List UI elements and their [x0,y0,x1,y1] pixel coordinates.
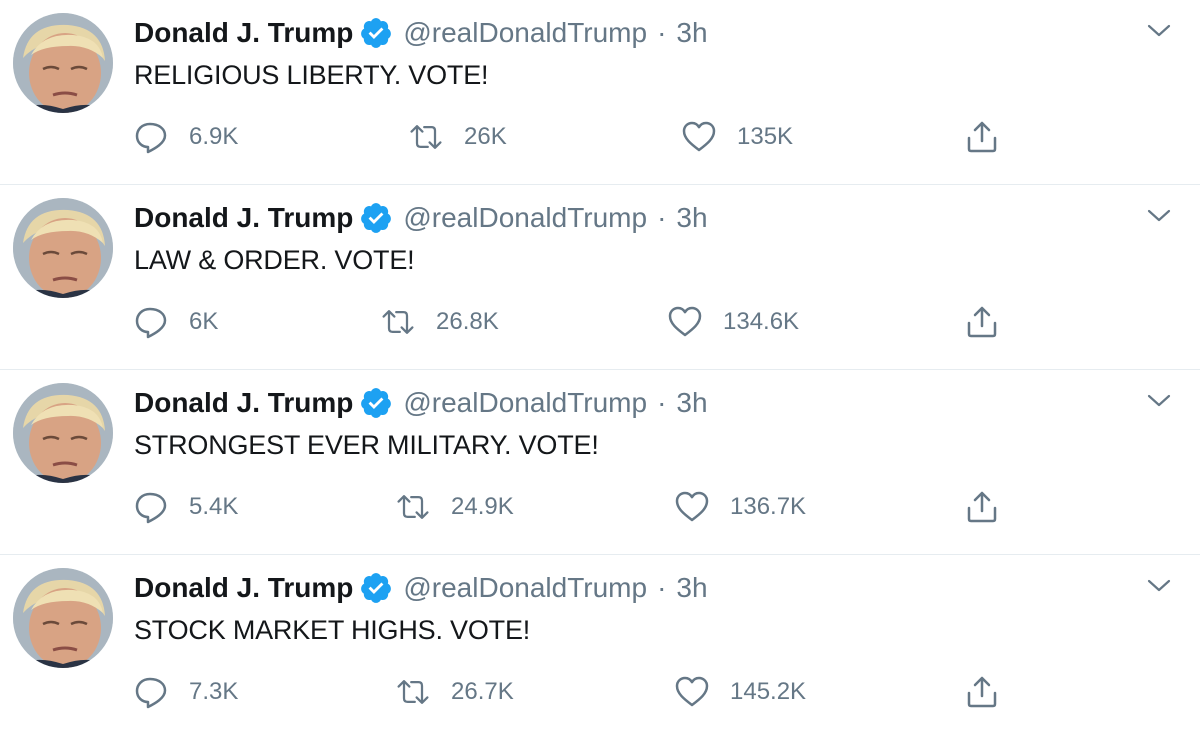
avatar[interactable] [13,568,113,668]
retweet-button[interactable]: 26K [408,117,507,157]
reply-icon [133,119,169,155]
timestamp[interactable]: 3h [676,572,707,604]
share-icon [964,674,1000,710]
share-button[interactable] [964,117,1000,157]
chevron-down-icon[interactable] [1146,390,1172,412]
share-icon [964,119,1000,155]
profile-photo [13,13,113,113]
retweet-count: 26.7K [451,678,514,705]
reply-count: 7.3K [189,678,239,705]
reply-button[interactable]: 6.9K [133,117,238,157]
user-handle[interactable]: @realDonaldTrump [403,572,647,604]
reply-button[interactable]: 6K [133,302,218,342]
tweet-text: STOCK MARKET HIGHS. VOTE! [134,615,531,645]
retweet-icon [380,304,416,340]
tweet[interactable]: Donald J. Trump @realDonaldTrump · 3h ST… [0,370,1200,555]
display-name[interactable]: Donald J. Trump [134,572,353,604]
retweet-count: 26K [464,123,507,150]
reply-count: 5.4K [189,493,239,520]
like-count: 136.7K [730,493,807,520]
chevron-down-icon[interactable] [1146,205,1172,227]
tweet-text: STRONGEST EVER MILITARY. VOTE! [134,430,599,460]
retweet-button[interactable]: 24.9K [395,487,514,527]
user-handle[interactable]: @realDonaldTrump [403,387,647,419]
tweet-feed: Donald J. Trump @realDonaldTrump · 3h RE… [0,0,1200,736]
avatar[interactable] [13,198,113,298]
share-button[interactable] [964,672,1000,712]
verified-badge-icon [359,16,393,50]
retweet-icon [395,489,431,525]
profile-photo [13,198,113,298]
profile-photo [13,568,113,668]
like-count: 145.2K [730,678,807,705]
reply-button[interactable]: 7.3K [133,672,238,712]
tweet-header: Donald J. Trump @realDonaldTrump · 3h [134,14,708,52]
tweet[interactable]: Donald J. Trump @realDonaldTrump · 3h ST… [0,555,1200,740]
tweet-text: RELIGIOUS LIBERTY. VOTE! [134,60,489,90]
tweet-text: LAW & ORDER. VOTE! [134,245,415,275]
heart-icon [674,674,710,710]
reply-count: 6K [189,308,219,335]
timestamp[interactable]: 3h [676,17,707,49]
user-handle[interactable]: @realDonaldTrump [403,17,647,49]
tweet-header: Donald J. Trump @realDonaldTrump · 3h [134,384,708,422]
tweet[interactable]: Donald J. Trump @realDonaldTrump · 3h RE… [0,0,1200,185]
avatar[interactable] [13,13,113,113]
retweet-count: 26.8K [436,308,499,335]
like-count: 134.6K [723,308,800,335]
like-button[interactable]: 145.2K [674,672,806,712]
timestamp[interactable]: 3h [676,202,707,234]
retweet-button[interactable]: 26.8K [380,302,499,342]
chevron-down-icon[interactable] [1146,20,1172,42]
reply-icon [133,674,169,710]
tweet[interactable]: Donald J. Trump @realDonaldTrump · 3h LA… [0,185,1200,370]
profile-photo [13,383,113,483]
heart-icon [681,119,717,155]
display-name[interactable]: Donald J. Trump [134,387,353,419]
reply-button[interactable]: 5.4K [133,487,238,527]
avatar[interactable] [13,383,113,483]
retweet-icon [395,674,431,710]
user-handle[interactable]: @realDonaldTrump [403,202,647,234]
share-icon [964,489,1000,525]
chevron-down-icon[interactable] [1146,575,1172,597]
verified-badge-icon [359,571,393,605]
share-icon [964,304,1000,340]
like-count: 135K [737,123,794,150]
timestamp[interactable]: 3h [676,387,707,419]
like-button[interactable]: 135K [681,117,793,157]
reply-icon [133,304,169,340]
separator-dot: · [657,387,667,418]
reply-count: 6.9K [189,123,239,150]
like-button[interactable]: 136.7K [674,487,806,527]
retweet-button[interactable]: 26.7K [395,672,514,712]
reply-icon [133,489,169,525]
display-name[interactable]: Donald J. Trump [134,202,353,234]
share-button[interactable] [964,302,1000,342]
share-button[interactable] [964,487,1000,527]
separator-dot: · [657,17,667,48]
retweet-icon [408,119,444,155]
retweet-count: 24.9K [451,493,514,520]
verified-badge-icon [359,386,393,420]
display-name[interactable]: Donald J. Trump [134,17,353,49]
separator-dot: · [657,572,667,603]
tweet-header: Donald J. Trump @realDonaldTrump · 3h [134,569,708,607]
tweet-header: Donald J. Trump @realDonaldTrump · 3h [134,199,708,237]
heart-icon [667,304,703,340]
verified-badge-icon [359,201,393,235]
heart-icon [674,489,710,525]
like-button[interactable]: 134.6K [667,302,799,342]
separator-dot: · [657,202,667,233]
